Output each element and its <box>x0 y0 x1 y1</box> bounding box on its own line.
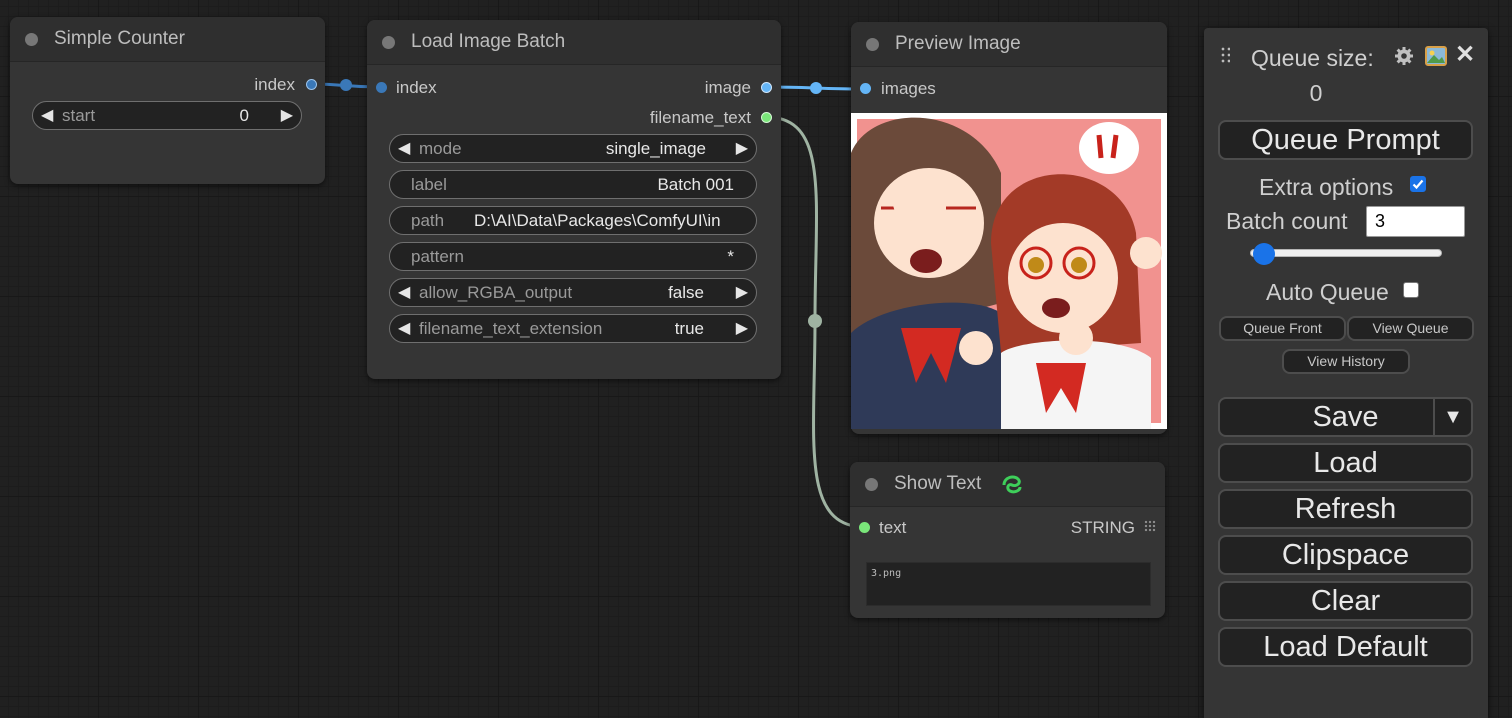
extra-options-label: Extra options <box>1259 174 1394 200</box>
refresh-button[interactable]: Refresh <box>1218 489 1473 529</box>
collapse-dot[interactable] <box>25 33 38 46</box>
collapse-dot[interactable] <box>866 38 879 51</box>
queue-panel[interactable]: Queue size: ✕ 0 Queue Prompt Extra optio… <box>1204 28 1488 718</box>
slider-track[interactable] <box>1250 249 1442 257</box>
arrow-right-icon[interactable]: ▶ <box>736 279 748 306</box>
slider-thumb[interactable] <box>1253 243 1275 265</box>
output-label-filename-text: filename_text <box>649 108 751 127</box>
queue-front-button[interactable]: Queue Front <box>1219 316 1346 341</box>
node-simple-counter[interactable]: Simple Counter index ◀ start 0 ▶ <box>10 17 325 184</box>
output-slot-index[interactable] <box>306 79 317 90</box>
widget-label: allow_RGBA_output <box>419 283 573 302</box>
arrow-left-icon[interactable]: ◀ <box>398 315 410 342</box>
node-title: Show Text <box>894 473 982 494</box>
output-slot-image[interactable] <box>761 82 772 93</box>
collapse-dot[interactable] <box>865 478 878 491</box>
node-title: Preview Image <box>895 33 1021 54</box>
widget-value: true <box>674 319 704 338</box>
node-title-bar[interactable]: Preview Image <box>851 22 1167 67</box>
arrow-left-icon[interactable]: ◀ <box>41 102 53 129</box>
input-slot-images[interactable] <box>860 83 871 94</box>
widget-allow-rgba-output[interactable]: ◀ allow_RGBA_output false ▶ <box>389 278 757 307</box>
clipspace-button[interactable]: Clipspace <box>1218 535 1473 575</box>
link-index-midpoint[interactable] <box>340 79 352 91</box>
widget-start[interactable]: ◀ start 0 ▶ <box>32 101 302 130</box>
arrow-right-icon[interactable]: ▶ <box>281 102 293 129</box>
view-queue-button[interactable]: View Queue <box>1347 316 1474 341</box>
widget-label: mode <box>419 139 462 158</box>
widget-label: filename_text_extension <box>419 319 603 338</box>
batch-count-label: Batch count <box>1226 208 1348 234</box>
widget-value: 0 <box>239 106 249 125</box>
widget-value: D:\AI\Data\Packages\ComfyUI\in <box>474 211 721 230</box>
widget-label: pattern <box>411 247 464 266</box>
load-button[interactable]: Load <box>1218 443 1473 483</box>
queue-size-value: 0 <box>1309 80 1323 106</box>
link-filename-text-midpoint[interactable] <box>808 314 822 328</box>
close-icon[interactable]: ✕ <box>1455 40 1475 69</box>
output-label-string: STRING <box>1070 518 1135 537</box>
output-slot-filename-text[interactable] <box>761 112 772 123</box>
output-label-image: image <box>704 78 751 97</box>
arrow-right-icon[interactable]: ▶ <box>736 315 748 342</box>
save-button-label: Save <box>1312 401 1379 433</box>
input-slot-index[interactable] <box>376 82 387 93</box>
widget-label-text[interactable]: label Batch 001 <box>389 170 757 199</box>
node-title-bar[interactable]: Simple Counter <box>10 17 325 62</box>
text-output-value: 3.png <box>871 568 902 579</box>
batch-count-slider[interactable] <box>1250 243 1442 265</box>
image-icon[interactable] <box>1425 46 1447 66</box>
queue-size-label: Queue size: <box>1251 45 1374 71</box>
save-button[interactable]: Save ▼ <box>1218 397 1473 437</box>
drag-handle-icon[interactable] <box>1220 46 1230 64</box>
widget-value: Batch 001 <box>657 175 734 194</box>
node-preview-image[interactable]: Preview Image images <box>851 22 1167 434</box>
widget-filename-text-extension[interactable]: ◀ filename_text_extension true ▶ <box>389 314 757 343</box>
collapse-dot[interactable] <box>382 36 395 49</box>
widget-value: * <box>727 247 734 266</box>
arrow-right-icon[interactable]: ▶ <box>736 135 748 162</box>
queue-prompt-button[interactable]: Queue Prompt <box>1218 120 1473 160</box>
extra-options-checkbox[interactable] <box>1410 176 1426 192</box>
text-output-box[interactable]: 3.png <box>866 562 1151 606</box>
link-images-midpoint[interactable] <box>810 82 822 94</box>
node-title: Load Image Batch <box>411 31 566 52</box>
pysssss-snake-icon <box>1002 475 1022 494</box>
widget-mode[interactable]: ◀ mode single_image ▶ <box>389 134 757 163</box>
arrow-left-icon[interactable]: ◀ <box>398 279 410 306</box>
node-title-bar[interactable]: Show Text <box>850 462 1165 507</box>
input-label-text: text <box>879 518 907 537</box>
node-load-image-batch[interactable]: Load Image Batch index image filename_te… <box>367 20 781 379</box>
grid-icon[interactable] <box>1144 520 1156 532</box>
output-label-index: index <box>254 75 295 94</box>
widget-path[interactable]: path D:\AI\Data\Packages\ComfyUI\in <box>389 206 757 235</box>
triangle-down-icon[interactable]: ▼ <box>1433 399 1471 435</box>
node-show-text[interactable]: Show Text text STRING 3.png <box>850 462 1165 618</box>
node-title: Simple Counter <box>54 28 185 49</box>
input-label-images: images <box>881 79 936 98</box>
preview-image-thumbnail[interactable] <box>851 113 1167 429</box>
widget-label: start <box>62 106 96 125</box>
checkmark-icon <box>1412 179 1424 190</box>
arrow-left-icon[interactable]: ◀ <box>398 135 410 162</box>
view-history-button[interactable]: View History <box>1282 349 1410 374</box>
input-label-index: index <box>396 78 437 97</box>
widget-value: false <box>668 283 704 302</box>
clear-button[interactable]: Clear <box>1218 581 1473 621</box>
node-title-bar[interactable]: Load Image Batch <box>367 20 781 65</box>
widget-label: path <box>411 211 445 230</box>
load-default-button[interactable]: Load Default <box>1218 627 1473 667</box>
auto-queue-checkbox[interactable] <box>1403 282 1419 298</box>
widget-pattern[interactable]: pattern * <box>389 242 757 271</box>
auto-queue-label: Auto Queue <box>1266 279 1389 305</box>
input-slot-text[interactable] <box>859 522 870 533</box>
gear-icon[interactable] <box>1394 46 1414 66</box>
widget-value: single_image <box>605 139 706 158</box>
widget-label: label <box>411 175 447 194</box>
batch-count-input[interactable] <box>1366 206 1465 237</box>
